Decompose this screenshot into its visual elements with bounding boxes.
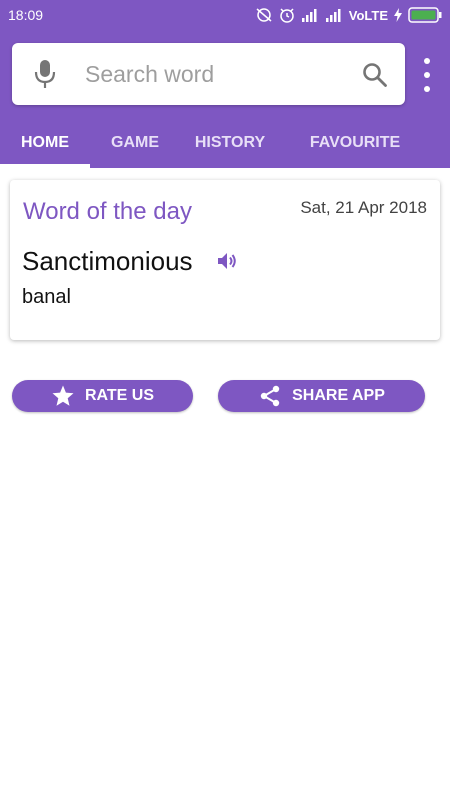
tab-game[interactable]: GAME: [90, 120, 180, 168]
tab-favourite[interactable]: FAVOURITE: [280, 120, 430, 168]
network-type: VoLTE: [348, 7, 388, 23]
star-icon: [52, 385, 74, 406]
status-time: 18:09: [8, 7, 44, 23]
signal-icon: [301, 9, 317, 22]
word-of-day-date: Sat, 21 Apr 2018: [300, 198, 427, 217]
share-icon: [260, 385, 280, 407]
charging-icon: [394, 8, 402, 22]
search-input[interactable]: [85, 56, 345, 92]
mic-icon[interactable]: [34, 58, 56, 90]
signal-icon: [325, 9, 341, 22]
tab-history[interactable]: HISTORY: [180, 120, 280, 168]
word-of-day-card[interactable]: Word of the day Sat, 21 Apr 2018 Sanctim…: [10, 180, 440, 340]
alarm-silent-icon: [256, 8, 272, 22]
search-icon[interactable]: [362, 62, 388, 88]
tab-home[interactable]: HOME: [0, 120, 90, 168]
status-bar: 18:09 VoLTE: [0, 0, 450, 32]
app-bar: 18:09 VoLTE Search word HOME GAME HISTOR…: [0, 0, 450, 168]
rate-us-label: RATE US: [84, 387, 155, 404]
word-of-day-title: Word of the day: [23, 198, 192, 225]
word-of-day-word: Sanctimonious: [22, 246, 193, 276]
rate-us-button[interactable]: RATE US: [12, 380, 193, 412]
share-app-button[interactable]: SHARE APP: [218, 380, 425, 412]
battery-icon: [408, 7, 442, 23]
share-app-label: SHARE APP: [292, 387, 385, 404]
alarm-icon: [280, 8, 294, 23]
tab-indicator: [0, 164, 90, 168]
word-of-day-meaning: banal: [22, 286, 71, 308]
speaker-icon[interactable]: [216, 249, 240, 273]
more-vert-icon[interactable]: [417, 56, 437, 94]
status-icons: VoLTE: [255, 6, 442, 24]
tab-bar: HOME GAME HISTORY FAVOURITE: [0, 120, 450, 168]
search-bar: [12, 43, 405, 105]
